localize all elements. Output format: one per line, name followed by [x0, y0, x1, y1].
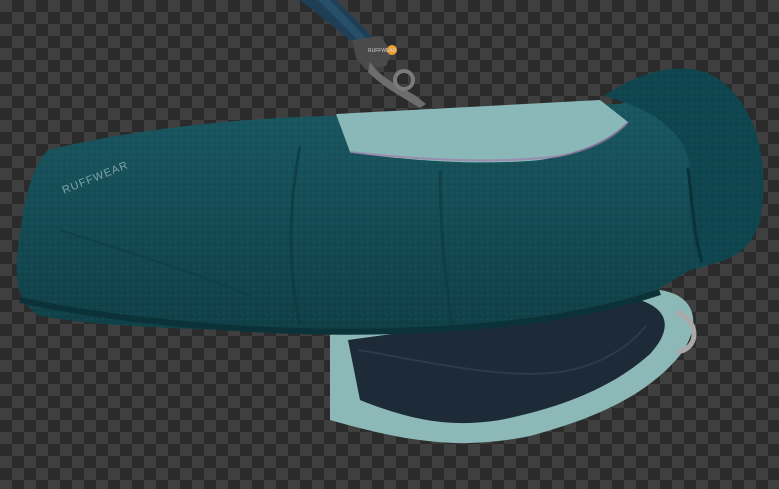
jacket-illustration: RUFFWEAR RUFFWEAR [16, 0, 764, 444]
leash-clip-label: RUFFWEAR [368, 48, 397, 54]
leash-clip-icon: RUFFWEAR [352, 36, 426, 108]
photo-canvas: RUFFWEAR RUFFWEAR [0, 0, 779, 489]
